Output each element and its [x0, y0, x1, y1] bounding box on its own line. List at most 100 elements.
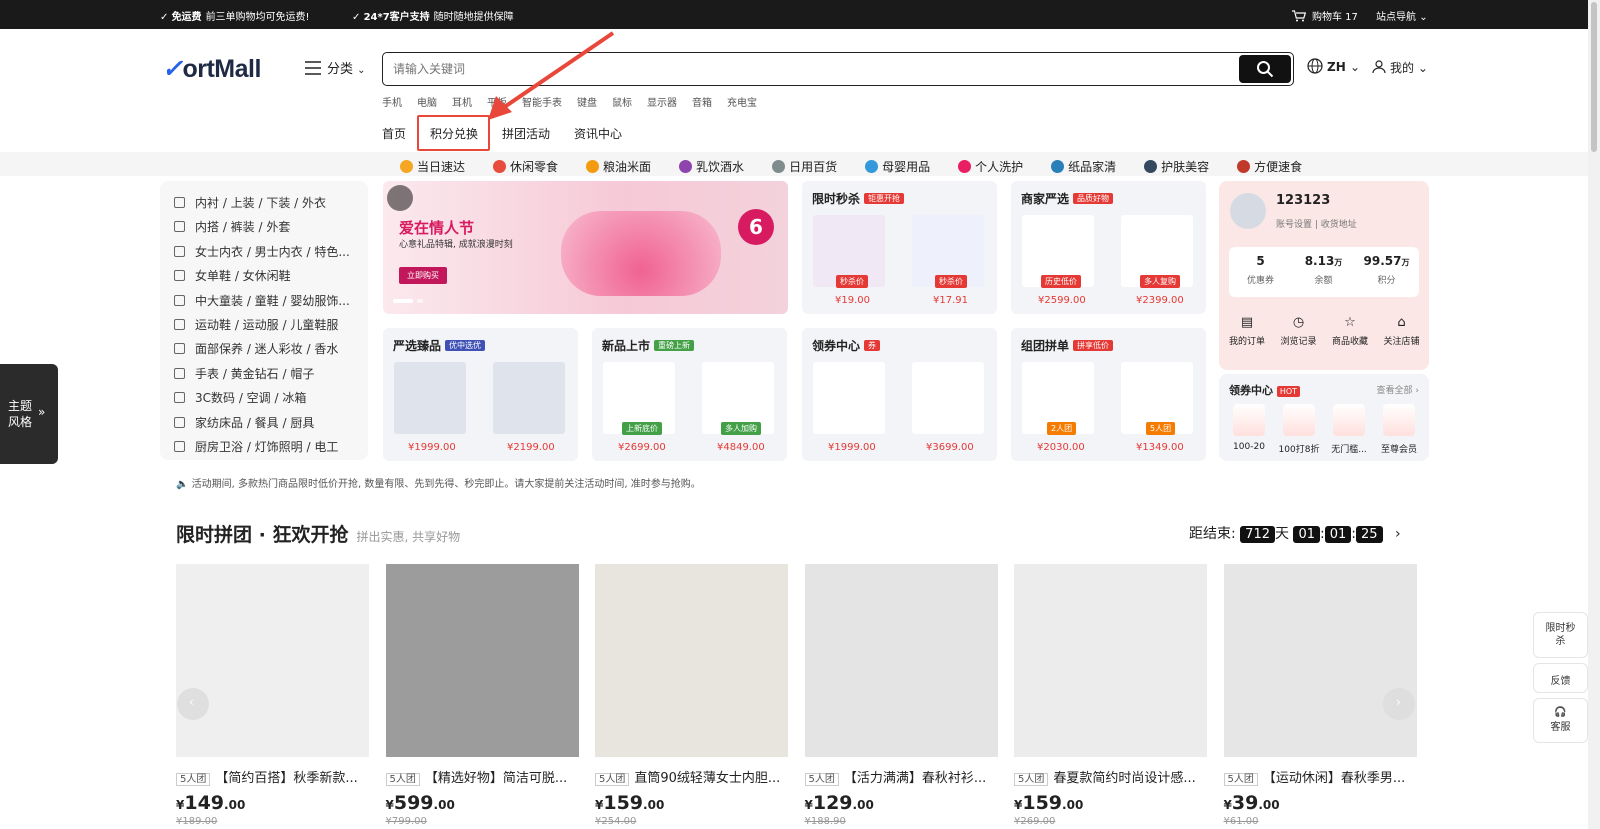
- stat-item[interactable]: 5 优惠券: [1229, 254, 1292, 286]
- category-row[interactable]: 女单鞋 / 女休闲鞋: [174, 267, 360, 284]
- product-image[interactable]: [804, 564, 998, 757]
- hot-keyword-link[interactable]: 电脑: [417, 98, 437, 109]
- hot-keyword-link[interactable]: 音箱: [692, 98, 712, 109]
- user-action-clock[interactable]: ◷ 浏览记录: [1273, 315, 1325, 347]
- shelf-item[interactable]: 纸品家清: [1051, 160, 1130, 174]
- sidebar-feedback[interactable]: 反馈: [1533, 663, 1588, 693]
- stat-item[interactable]: 8.13万 余额: [1292, 254, 1355, 286]
- product-image[interactable]: [1014, 564, 1207, 757]
- sidebar-flash-sale[interactable]: 限时秒杀: [1533, 612, 1588, 658]
- language-switch[interactable]: ZH ⌄: [1307, 58, 1360, 74]
- site-nav-menu[interactable]: 站点导航 ⌄: [1376, 8, 1428, 23]
- shelf-item[interactable]: 方便速食: [1237, 160, 1316, 174]
- flash-sale-tile[interactable]: 限时秒杀 钜惠开抢 秒杀价 秒杀价 ¥19.00 ¥17.91: [802, 181, 997, 314]
- category-label: 厨房卫浴 / 灯饰照明 / 电工: [195, 440, 339, 454]
- shelf-item[interactable]: 休闲零食: [493, 160, 572, 174]
- original-price: ¥799.00: [385, 816, 427, 827]
- banner-buy-button[interactable]: 立即购买: [399, 267, 447, 284]
- shelf-item[interactable]: 母婴用品: [865, 160, 944, 174]
- logo[interactable]: ✓ortMall: [162, 54, 261, 84]
- shelf-item[interactable]: 护肤美容: [1144, 160, 1223, 174]
- product-image[interactable]: [595, 564, 788, 757]
- double-chevron-right-icon: »: [38, 405, 46, 419]
- product-title[interactable]: 5人团 【活力满满】春秋衬衫...: [804, 767, 998, 786]
- carousel-dot[interactable]: [393, 299, 413, 303]
- category-row[interactable]: 厨房卫浴 / 灯饰照明 / 电工: [174, 438, 360, 455]
- scrollbar[interactable]: [1588, 0, 1600, 829]
- scrollbar-thumb[interactable]: [1591, 2, 1597, 152]
- product-title[interactable]: 5人团 春夏款简约时尚设计感...: [1014, 767, 1207, 786]
- carousel-next-button[interactable]: ›: [1383, 688, 1415, 720]
- coupon-item[interactable]: 无门槛...: [1324, 404, 1374, 455]
- clock-icon: ◷: [1292, 315, 1305, 330]
- product-image[interactable]: [1223, 564, 1417, 757]
- group-size-badge: 5人团: [1223, 773, 1258, 786]
- hot-keyword-link[interactable]: 充电宝: [727, 98, 757, 109]
- product-title[interactable]: 5人团 直筒90绒轻薄女士内胆...: [595, 767, 788, 786]
- hot-keyword-link[interactable]: 手机: [382, 98, 402, 109]
- category-row[interactable]: 3C数码 / 空调 / 冰箱: [174, 389, 360, 406]
- user-action-store[interactable]: ⌂ 关注店铺: [1376, 315, 1428, 347]
- product-card[interactable]: 5人团 【活力满满】春秋衬衫... ¥129.00 ¥188.90: [804, 564, 998, 827]
- category-row[interactable]: 家纺床品 / 餐具 / 厨具: [174, 414, 360, 431]
- shelf-item[interactable]: 乳饮酒水: [679, 160, 758, 174]
- stat-value: 5: [1256, 254, 1265, 268]
- nav-link[interactable]: 首页: [382, 127, 406, 141]
- category-row[interactable]: 内搭 / 裤装 / 外套: [174, 218, 360, 235]
- category-row[interactable]: 中大童装 / 童鞋 / 婴幼服饰...: [174, 292, 360, 309]
- product-title[interactable]: 5人团 【简约百搭】秋季新款...: [176, 767, 369, 786]
- category-row[interactable]: 面部保养 / 迷人彩妆 / 香水: [174, 340, 360, 357]
- category-row[interactable]: 女士内衣 / 男士内衣 / 特色...: [174, 243, 360, 260]
- cart-link[interactable]: 购物车 17: [1292, 8, 1358, 23]
- coupon-item[interactable]: 100打8折: [1274, 404, 1324, 455]
- category-row[interactable]: 运动鞋 / 运动服 / 儿童鞋服: [174, 316, 360, 333]
- category-menu-button[interactable]: 分类 ⌄: [305, 58, 366, 77]
- new-arrival-tile[interactable]: 新品上市 重磅上新 上新底价 多人加购 ¥2699.00 ¥4849.00: [592, 328, 787, 461]
- shelf-item[interactable]: 当日速达: [400, 160, 479, 174]
- product-image[interactable]: [176, 564, 369, 757]
- promo-banner[interactable]: 爱在情人节 心意礼品特辑, 成就浪漫时刻 立即购买 6: [383, 181, 788, 314]
- shelf-item[interactable]: 粮油米面: [586, 160, 665, 174]
- shelf-label: 个人洗护: [975, 160, 1024, 174]
- category-icon: [174, 270, 185, 282]
- stat-label: 余额: [1314, 276, 1333, 286]
- carousel-dot[interactable]: [417, 299, 423, 303]
- product-title[interactable]: 5人团 【运动休闲】春秋季男...: [1223, 767, 1417, 786]
- carousel-prev-button[interactable]: ‹: [177, 688, 209, 720]
- stat-item[interactable]: 99.57万 积分: [1355, 254, 1418, 286]
- chevron-right-icon[interactable]: ›: [1395, 526, 1401, 542]
- shelf-item[interactable]: 日用百货: [772, 160, 851, 174]
- category-row[interactable]: 手表 / 黄金钻石 / 帽子: [174, 365, 360, 382]
- view-all-coupons-link[interactable]: 查看全部 ›: [1377, 383, 1419, 396]
- search-button[interactable]: [1239, 55, 1291, 83]
- hot-keyword-link[interactable]: 耳机: [452, 98, 472, 109]
- group-buy-tile[interactable]: 组团拼单 拼享低价 2人团 5人团 ¥2030.00 ¥1349.00: [1011, 328, 1206, 461]
- coupon-center-tile[interactable]: 领券中心券 ¥1999.00 ¥3699.00: [802, 328, 997, 461]
- merchant-select-tile[interactable]: 商家严选 品质好物 历史低价 多人复购 ¥2599.00 ¥2399.00: [1011, 181, 1206, 314]
- product-image[interactable]: [385, 564, 579, 757]
- avatar[interactable]: [1230, 193, 1266, 229]
- product-card[interactable]: 5人团 直筒90绒轻薄女士内胆... ¥159.00 ¥254.00: [595, 564, 788, 827]
- premium-tile[interactable]: 严选臻品 优中选优 ¥1999.00 ¥2199.00: [383, 328, 578, 461]
- user-action-star[interactable]: ☆ 商品收藏: [1324, 315, 1376, 347]
- address-link[interactable]: 收货地址: [1321, 220, 1357, 230]
- category-row[interactable]: 内衬 / 上装 / 下装 / 外衣: [174, 194, 360, 211]
- account-settings-link[interactable]: 账号设置: [1276, 220, 1312, 230]
- product-title[interactable]: 5人团 【精选好物】简洁可脱...: [385, 767, 579, 786]
- chevron-down-icon: ⌄: [1417, 61, 1428, 75]
- product-card[interactable]: 5人团 春夏款简约时尚设计感... ¥159.00 ¥269.00: [1014, 564, 1207, 827]
- share-icon[interactable]: [387, 185, 413, 211]
- sidebar-service[interactable]: 🎧 客服: [1533, 698, 1588, 743]
- shelf-icon: [1051, 160, 1065, 173]
- product-card[interactable]: 5人团 【精选好物】简洁可脱... ¥599.00 ¥799.00: [385, 564, 579, 827]
- user-menu[interactable]: 我的 ⌄: [1372, 59, 1428, 76]
- coupon-item[interactable]: 至尊会员: [1374, 404, 1424, 455]
- shelf-item[interactable]: 个人洗护: [958, 160, 1037, 174]
- category-icon: [174, 367, 185, 379]
- user-action-clipboard[interactable]: ▤ 我的订单: [1221, 315, 1273, 347]
- hot-keyword-link[interactable]: 显示器: [647, 98, 677, 109]
- group-size-badge: 5人团: [804, 773, 839, 786]
- theme-style-button[interactable]: 主题 风格 »: [0, 364, 58, 464]
- original-price: ¥269.00: [1014, 816, 1056, 827]
- coupon-item[interactable]: 100-20: [1224, 404, 1274, 452]
